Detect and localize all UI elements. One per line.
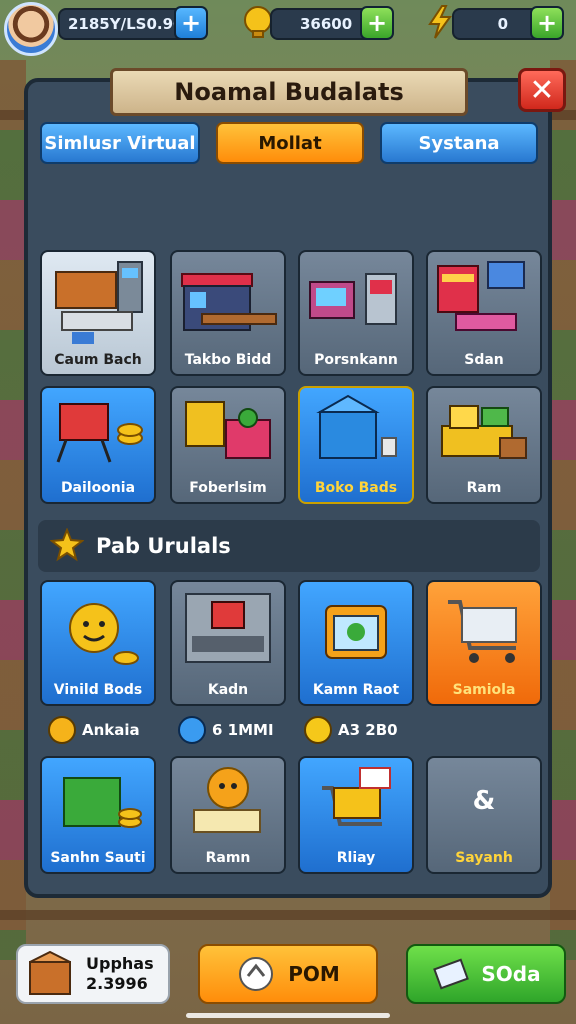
ticket-icon [433,958,470,990]
easel-coins-icon [56,403,143,463]
add-currency-3-button[interactable]: + [530,6,564,40]
add-currency-2-button[interactable]: + [360,6,394,40]
toolbox-icon [325,605,387,659]
background-shelf-left [0,60,26,960]
currency-value-1: 2185Y/LS0.90 [68,15,184,33]
upgrade-value: 2.3996 [86,974,148,993]
card-label: Kamn Raot [312,682,400,698]
tab-simlusr-virtual[interactable]: Simlusr Virtual [40,122,200,164]
tab-bar: Simlusr Virtual Mollat Systana [40,122,540,164]
shop-card-boko-bads[interactable]: Boko Bads [298,386,414,504]
shop-card-takbo-bidd[interactable]: Takbo Bidd [170,250,286,376]
soda-button[interactable]: SOda [406,944,566,1004]
box-icon [29,950,71,995]
item-card-kadn[interactable]: Kadn [170,580,286,706]
pom-label: POM [288,962,340,986]
star-icon [50,528,84,562]
shop-card-porsnkann[interactable]: Porsnkann [298,250,414,376]
add-currency-1-button[interactable]: + [174,6,208,40]
kiosk-icon [309,273,397,325]
counter-desk-icon [441,405,527,459]
coin-icon [48,716,76,744]
item-card-vinild-bods[interactable]: Vinild Bods [40,580,156,706]
home-indicator [186,1013,390,1018]
shop-card-foberlsim[interactable]: Foberlsim [170,386,286,504]
currency-value-3: 0 [497,15,508,33]
blue-crate-icon [316,394,397,459]
card-label: Caum Bach [54,352,142,368]
shop-card-ram[interactable]: Ram [426,386,542,504]
section-title: Pab Urulals [38,520,540,572]
card-label: Samiola [452,682,516,698]
hand-icon [239,957,274,991]
shop-card-caum-bach[interactable]: Caum Bach [40,250,156,376]
card-label: Sayanh [455,850,513,866]
cash-register-icon [55,261,143,344]
green-crate-icon [63,777,142,828]
item-card-rliay[interactable]: Rliay [298,756,414,874]
mascot-on-box-icon [193,767,261,833]
cart-with-goods-icon [322,767,391,826]
currency-value-2: 36600 [300,15,353,33]
shop-card-dailoonia[interactable]: Dailoonia [40,386,156,504]
item-card-sanhn-sauti[interactable]: Sanhn Sauti [40,756,156,874]
card-label: Takbo Bidd [184,352,272,368]
card-label: Sanhn Sauti [50,850,146,866]
stat-ankaia: Ankaia [48,714,140,746]
card-label: Vinild Bods [53,682,143,698]
close-button[interactable]: ✕ [518,68,566,112]
smiley-mascot-icon [69,603,139,665]
player-avatar[interactable] [4,2,58,56]
tab-systana[interactable]: Systana [380,122,538,164]
boxes-icon [185,401,271,459]
shop-counter-icon [437,261,525,331]
shop-card-sdan[interactable]: Sdan [426,250,542,376]
tab-mollat[interactable]: Mollat [216,122,364,164]
upgrade-button[interactable]: Upphas 2.3996 [16,944,170,1004]
card-label: Ramn [205,850,251,866]
card-label: Porsnkann [314,352,398,368]
upgrade-title: Upphas [86,954,154,973]
panel-title: Noamal Budalats [110,68,468,116]
stat-label: Ankaia [82,721,140,739]
background-shelf-plank [0,910,576,920]
card-label: Rliay [336,850,376,866]
card-label: Sdan [464,352,504,368]
item-card-samiola[interactable]: Samiola [426,580,542,706]
item-card-sayanh[interactable]: & Sayanh [426,756,542,874]
soda-label: SOda [481,962,541,986]
item-card-ramn[interactable]: Ramn [170,756,286,874]
card-label: Ram [466,480,502,496]
card-label: Foberlsim [189,480,267,496]
card-label: Boko Bads [314,480,398,496]
shopping-cart-icon [448,600,517,663]
machine-icon [185,593,271,663]
symbol-glyph: & [472,786,496,816]
gem-icon [178,716,206,744]
top-bar: 2185Y/LS0.90 + 36600 + 0 + [0,0,576,56]
stat-gem: 6 1MMI [178,714,274,746]
stat-gold: A3 2B0 [304,714,398,746]
card-label: Kadn [207,682,249,698]
card-label: Dailoonia [60,480,136,496]
stat-label: A3 2B0 [338,721,398,739]
item-card-kamn-raot[interactable]: Kamn Raot [298,580,414,706]
pom-button[interactable]: POM [198,944,378,1004]
market-stall-icon [181,273,277,331]
background-shelf-right [550,60,576,960]
gold-coin-icon [304,716,332,744]
stat-label: 6 1MMI [212,721,274,739]
